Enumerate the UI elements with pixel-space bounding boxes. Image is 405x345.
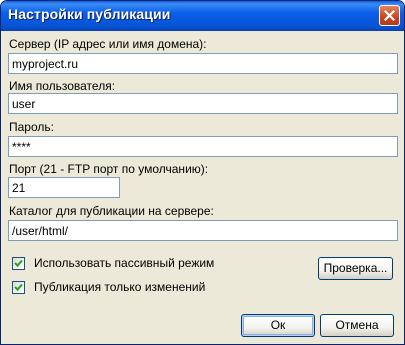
passive-mode-label: Использовать пассивный режим — [34, 256, 215, 270]
port-label: Порт (21 - FTP порт по умолчанию): — [9, 162, 209, 176]
checkmark-icon — [14, 259, 23, 267]
changes-only-label: Публикация только изменений — [34, 280, 206, 294]
publish-settings-dialog: Настройки публикации Сервер (IP адрес ил… — [0, 0, 405, 345]
window-title: Настройки публикации — [8, 6, 171, 22]
server-label: Сервер (IP адрес или имя домена): — [9, 37, 207, 51]
password-field[interactable]: **** — [8, 136, 398, 157]
directory-label: Каталог для публикации на сервере: — [9, 204, 214, 218]
password-label: Пароль: — [9, 120, 54, 134]
passive-mode-option[interactable]: Использовать пассивный режим — [12, 256, 272, 273]
changes-only-checkbox[interactable] — [12, 281, 25, 294]
dialog-body: Сервер (IP адрес или имя домена): myproj… — [4, 31, 401, 341]
close-icon — [384, 10, 395, 21]
title-bar[interactable]: Настройки публикации — [1, 1, 404, 31]
username-field[interactable]: user — [8, 93, 398, 114]
changes-only-option[interactable]: Публикация только изменений — [12, 280, 272, 297]
passive-mode-checkbox[interactable] — [12, 257, 25, 270]
cancel-button[interactable]: Отмена — [320, 314, 394, 337]
server-field[interactable]: myproject.ru — [8, 53, 398, 74]
checkmark-icon — [14, 283, 23, 291]
close-button[interactable] — [379, 5, 400, 26]
username-label: Имя пользователя: — [9, 79, 116, 93]
check-connection-button[interactable]: Проверка... — [318, 257, 393, 280]
directory-field[interactable]: /user/html/ — [8, 220, 398, 241]
port-field[interactable]: 21 — [8, 177, 120, 198]
ok-button[interactable]: Ок — [241, 314, 315, 337]
